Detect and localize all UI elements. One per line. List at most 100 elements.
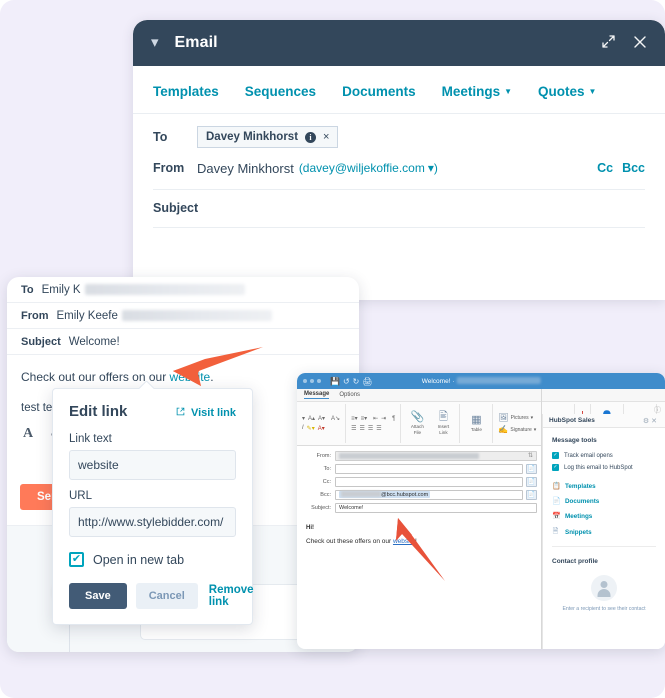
ribbon-tab-message[interactable]: Message [304,391,330,399]
window-dot [310,379,314,383]
tab-templates-label: Templates [153,84,219,99]
calendar-icon: 📅 [552,513,561,520]
track-opens-checkbox[interactable]: ✓ [552,452,559,459]
sidebar-item-snippets[interactable]: 🗎 Snippets [552,527,656,538]
cc-button[interactable]: Cc [597,161,613,175]
outlook-bcc-input[interactable]: @bcc.hubspot.com [335,489,523,500]
outlook-body-before: Check out these offers on our [306,538,393,545]
from-email[interactable]: (davey@wiljekoffie.com [299,161,425,175]
signature-label: Signature [510,426,532,433]
font-color-icon[interactable]: A▾ [318,425,325,432]
font-color-icon[interactable]: A [23,426,33,442]
documents-icon: 📄 [552,498,561,505]
url-input[interactable] [69,507,236,537]
align-right-icon[interactable]: ☰ [368,425,373,432]
insert-link-button[interactable]: 🖹 Insert Link [432,411,454,435]
table-button[interactable]: ▦ Table [465,414,487,433]
open-new-tab-checkbox[interactable]: ✔ [69,552,84,567]
sidebar-header-icons[interactable]: ⚙✕ [643,417,659,425]
link-text-input[interactable] [69,450,236,480]
address-book-icon[interactable]: 📄 [526,463,537,474]
outdent-icon[interactable]: ⇤ [373,415,378,422]
align-row[interactable]: ☰ ☰ ☰ ☰ [351,425,395,432]
tab-documents-label: Documents [342,84,416,99]
ribbon-tab-options[interactable]: Options [339,392,360,398]
recipient-chip[interactable]: Davey Minkhorst i × [197,126,339,148]
to-field-row: To Davey Minkhorst i × [133,114,665,155]
align-justify-icon[interactable]: ☰ [376,425,381,432]
page-title: Email [174,34,218,51]
indent-icon[interactable]: ⇥ [381,415,386,422]
outlook-ribbon-tabs: Message Options [297,389,665,402]
tab-sequences[interactable]: Sequences [245,84,316,99]
outlook-to-input[interactable] [335,463,523,474]
attach-file-button[interactable]: 📎 Attach File [406,411,428,435]
chip-remove-icon[interactable]: × [323,131,329,143]
decrease-font-icon[interactable]: A▾ [318,415,325,422]
website-link[interactable]: website [170,370,211,384]
close-icon[interactable] [633,34,647,53]
expand-diagonal-icon[interactable] [602,35,615,51]
outlook-to-row: To: 📄 [301,463,537,474]
redacted-email-block [121,310,272,321]
bcc-domain-text: @bcc.hubspot.com [381,492,429,498]
compose-from-row[interactable]: From Emily Keefe [7,303,359,329]
subject-field-row[interactable]: Subject [133,190,665,227]
subject-label: Subject [153,201,199,215]
paragraph-icon[interactable]: ¶ [392,416,395,422]
outlook-cc-input[interactable] [335,476,523,487]
info-icon[interactable]: i [305,131,317,143]
outlook-message-body[interactable]: Hi! Check out these offers on our websit… [297,517,541,553]
address-book-icon[interactable]: 📄 [526,476,537,487]
sidebar-item-documents[interactable]: 📄 Documents [552,497,656,506]
from-dropdown-caret-icon[interactable]: ▾) [428,161,438,175]
pictures-button[interactable]: 🖼 Pictures ▾ [498,413,536,422]
list-row[interactable]: ≡▾ ≡▾ ⇤ ⇥ ¶ [351,415,395,423]
outlook-website-link[interactable]: website [393,538,415,545]
tab-sequences-label: Sequences [244,84,317,99]
number-list-icon[interactable]: ≡▾ [361,415,368,422]
sidebar-item-documents-label: Documents [565,497,600,505]
clear-format-icon[interactable]: A↘ [331,415,340,422]
outlook-subject-input[interactable]: Welcome! [335,502,537,513]
save-button[interactable]: Save [69,583,127,609]
tab-meetings[interactable]: Meetings ▼ [442,84,512,99]
sidebar-item-meetings[interactable]: 📅 Meetings [552,512,656,521]
align-left-icon[interactable]: ☰ [351,425,356,432]
chevron-down-icon: ▾ [302,416,306,422]
highlight-icon[interactable]: ✎▾ [307,425,315,432]
signature-button[interactable]: ✍ Signature ▾ [498,425,536,434]
visit-link-button[interactable]: Visit link [176,407,236,419]
compose-from-label: From [21,309,49,322]
align-center-icon[interactable]: ☰ [359,425,364,432]
font-style-row[interactable]: 𝐼 ✎▾ A▾ [302,425,340,432]
log-email-row[interactable]: ✓ Log this email to HubSpot [552,464,656,471]
tab-documents[interactable]: Documents [342,84,416,99]
outlook-subject-row: Subject: Welcome! [301,502,537,513]
cancel-button[interactable]: Cancel [135,583,198,609]
hubspot-sales-sidebar: HubSpot Sales ⚙✕ Message tools ✓ Track e… [542,414,665,649]
tab-templates[interactable]: Templates [153,84,219,99]
cc-bcc-group: Cc Bcc [597,161,645,175]
address-book-icon[interactable]: 📄 [526,489,537,500]
compose-subject-row[interactable]: Subject Welcome! [7,329,359,355]
increase-font-icon[interactable]: A▴ [308,415,315,422]
chevron-down-icon[interactable]: ▾ [151,35,159,50]
font-size-row[interactable]: ▾ A▴ A▾ A↘ [302,415,340,422]
remove-link-button[interactable]: Remove link [209,584,254,608]
bullet-list-icon[interactable]: ≡▾ [351,415,358,422]
bcc-button[interactable]: Bcc [622,161,645,175]
outlook-from-input[interactable]: ⇅ [335,450,537,461]
sidebar-item-templates[interactable]: 📋 Templates [552,482,656,491]
edit-link-popover: Edit link Visit link Link text URL ✔ Ope… [52,388,254,625]
quick-access-toolbar[interactable]: 💾↺↻🖨 [330,377,376,386]
track-email-opens-row[interactable]: ✓ Track email opens [552,452,656,459]
compose-to-row[interactable]: To Emily K [7,277,359,303]
popover-caret [139,381,154,389]
outlook-title-text: Welcome! · [421,378,455,385]
open-new-tab-row[interactable]: ✔ Open in new tab [69,552,236,567]
log-email-checkbox[interactable]: ✓ [552,464,559,471]
italic-icon[interactable]: 𝐼 [302,425,304,432]
stepper-icon[interactable]: ⇅ [528,452,533,459]
tab-quotes[interactable]: Quotes ▼ [538,84,596,99]
